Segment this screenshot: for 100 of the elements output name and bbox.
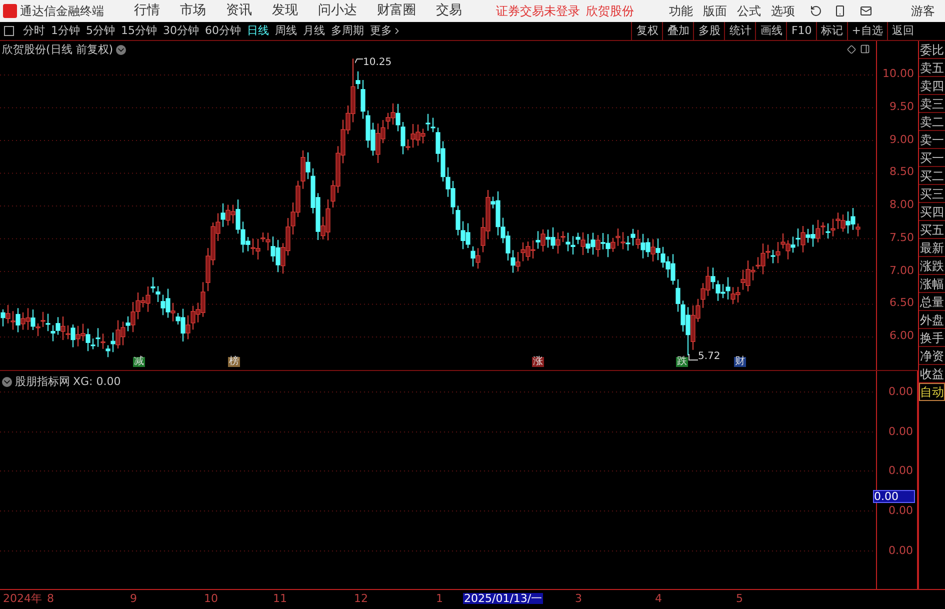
quote-field[interactable]: 委比 xyxy=(919,41,945,59)
event-marker[interactable]: 跌 xyxy=(676,357,688,367)
panel-icon[interactable] xyxy=(860,44,870,54)
period-tab[interactable]: 日线 xyxy=(244,22,272,40)
chevron-down-icon[interactable] xyxy=(2,377,12,388)
period-tab[interactable]: 多周期 xyxy=(328,22,367,40)
chart-title: 欣贺股份(日线 前复权) xyxy=(2,42,114,58)
period-tab[interactable]: 5分钟 xyxy=(83,22,118,40)
indicator-value: XG: 0.00 xyxy=(73,374,121,390)
time-label: 1 xyxy=(435,593,444,604)
quote-field[interactable]: 收益 xyxy=(919,365,945,383)
period-tab[interactable]: 15分钟 xyxy=(118,22,160,40)
period-tab[interactable]: 分时 xyxy=(20,22,48,40)
quote-field[interactable]: 外盘 xyxy=(919,311,945,329)
tool-button[interactable]: +自选 xyxy=(846,22,887,40)
menu-item[interactable]: 选项 xyxy=(766,2,800,20)
menu-item[interactable]: 行情 xyxy=(124,0,170,22)
menu-item[interactable]: 交易 xyxy=(426,0,472,22)
high-price-label: 10.25 xyxy=(363,58,392,68)
menu-item[interactable]: 财富圈 xyxy=(367,0,426,22)
quote-field[interactable]: 买四 xyxy=(919,203,945,221)
login-status: 证券交易未登录 xyxy=(496,3,580,20)
tool-button[interactable]: F10 xyxy=(786,22,816,40)
tool-button[interactable]: 叠加 xyxy=(662,22,694,40)
quote-field[interactable]: 买一 xyxy=(919,149,945,167)
quote-field[interactable]: 买三 xyxy=(919,185,945,203)
period-tab[interactable]: 60分钟 xyxy=(202,22,244,40)
time-label: 5 xyxy=(735,593,744,604)
quote-field[interactable]: 换手 xyxy=(919,329,945,347)
app-logo-icon xyxy=(3,4,17,18)
app-name: 通达信金融终端 xyxy=(20,3,104,20)
indicator-tick: 0.00 xyxy=(888,465,913,476)
more-button[interactable]: 更多 xyxy=(367,22,405,40)
quote-field[interactable]: 买二 xyxy=(919,167,945,185)
leader-line xyxy=(355,58,363,64)
quote-field[interactable]: 最新 xyxy=(919,239,945,257)
period-tab[interactable]: 1分钟 xyxy=(48,22,83,40)
quote-field[interactable]: 卖二 xyxy=(919,113,945,131)
sidebar-toggle-icon[interactable] xyxy=(4,26,14,36)
refresh-icon[interactable] xyxy=(810,5,822,17)
chevron-down-icon[interactable] xyxy=(116,45,126,56)
indicator-tick: 0.00 xyxy=(888,386,913,397)
phone-icon[interactable] xyxy=(834,5,846,17)
time-label: 4 xyxy=(654,593,663,604)
tool-button[interactable]: 复权 xyxy=(631,22,662,40)
menu-item[interactable]: 市场 xyxy=(170,0,216,22)
quote-field[interactable]: 涨幅 xyxy=(919,275,945,293)
time-label: 8 xyxy=(46,593,55,604)
price-tick: 8.00 xyxy=(890,199,914,210)
indicator-tick: 0.00 xyxy=(888,545,913,556)
quote-field[interactable]: 总量 xyxy=(919,293,945,311)
tool-button[interactable]: 多股 xyxy=(693,22,724,40)
price-tick: 7.00 xyxy=(890,264,914,276)
price-tick: 6.00 xyxy=(890,330,914,341)
period-tab[interactable]: 周线 xyxy=(272,22,300,40)
quote-field[interactable]: 买五 xyxy=(919,221,945,239)
menu-item[interactable]: 公式 xyxy=(732,2,766,20)
tool-button[interactable]: 返回 xyxy=(887,22,918,40)
tool-button[interactable]: 画线 xyxy=(755,22,786,40)
event-marker[interactable]: 榜 xyxy=(228,357,240,367)
mail-icon[interactable] xyxy=(860,5,872,17)
low-price-label: 5.72 xyxy=(698,352,720,362)
menu-item[interactable]: 功能 xyxy=(664,2,698,20)
event-marker[interactable]: 财 xyxy=(734,357,746,367)
price-tick: 10.00 xyxy=(882,68,914,79)
event-marker[interactable]: 涨 xyxy=(532,357,544,367)
tool-button[interactable]: 统计 xyxy=(724,22,756,40)
leader-line xyxy=(688,354,698,362)
price-tick: 8.50 xyxy=(890,166,914,178)
auto-button[interactable]: 自动 xyxy=(919,383,945,401)
price-tick: 9.00 xyxy=(890,134,914,144)
time-label: 9 xyxy=(129,593,138,604)
price-tick: 7.50 xyxy=(890,232,914,243)
time-label: 3 xyxy=(574,593,583,604)
period-tab[interactable]: 30分钟 xyxy=(160,22,202,40)
price-tick: 6.50 xyxy=(890,297,914,308)
indicator-tick: 0.00 xyxy=(888,426,913,437)
quote-field[interactable]: 涨跌 xyxy=(919,257,945,275)
quote-field[interactable]: 净资 xyxy=(919,347,945,365)
stock-name: 欣贺股份 xyxy=(586,3,634,20)
quote-field[interactable]: 卖四 xyxy=(919,77,945,95)
event-marker[interactable]: 减 xyxy=(133,357,145,367)
quote-field[interactable]: 卖五 xyxy=(919,59,945,77)
price-tick: 9.50 xyxy=(890,100,914,112)
menu-item[interactable]: 资讯 xyxy=(216,0,262,22)
menu-item[interactable]: 版面 xyxy=(698,2,732,20)
time-label: 12 xyxy=(353,593,369,604)
indicator-name: 股朋指标网 xyxy=(15,374,70,390)
menu-item[interactable]: 问小达 xyxy=(308,0,367,22)
time-label: 2024年 xyxy=(2,593,43,604)
quote-field[interactable]: 卖三 xyxy=(919,95,945,113)
time-label: 10 xyxy=(203,593,219,604)
menu-item[interactable]: 发现 xyxy=(262,0,308,22)
diamond-icon[interactable] xyxy=(847,44,856,54)
tool-button[interactable]: 标记 xyxy=(816,22,847,40)
period-tab[interactable]: 月线 xyxy=(300,22,328,40)
user-name: 游客 xyxy=(911,3,935,20)
cursor-value: 0.00 xyxy=(873,490,915,503)
indicator-tick: 0.00 xyxy=(888,505,913,516)
quote-field[interactable]: 卖一 xyxy=(919,131,945,149)
